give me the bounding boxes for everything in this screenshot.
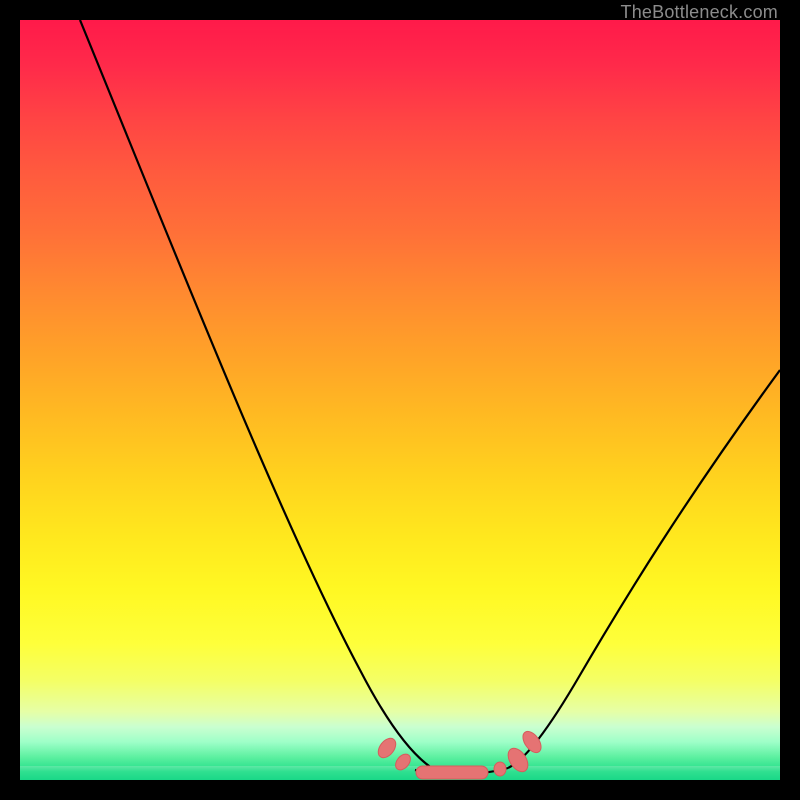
curve-layer [20, 20, 780, 780]
right-curve [508, 370, 780, 768]
plot-area [20, 20, 780, 780]
left-curve [80, 20, 460, 775]
chart-frame: TheBottleneck.com [0, 0, 800, 800]
